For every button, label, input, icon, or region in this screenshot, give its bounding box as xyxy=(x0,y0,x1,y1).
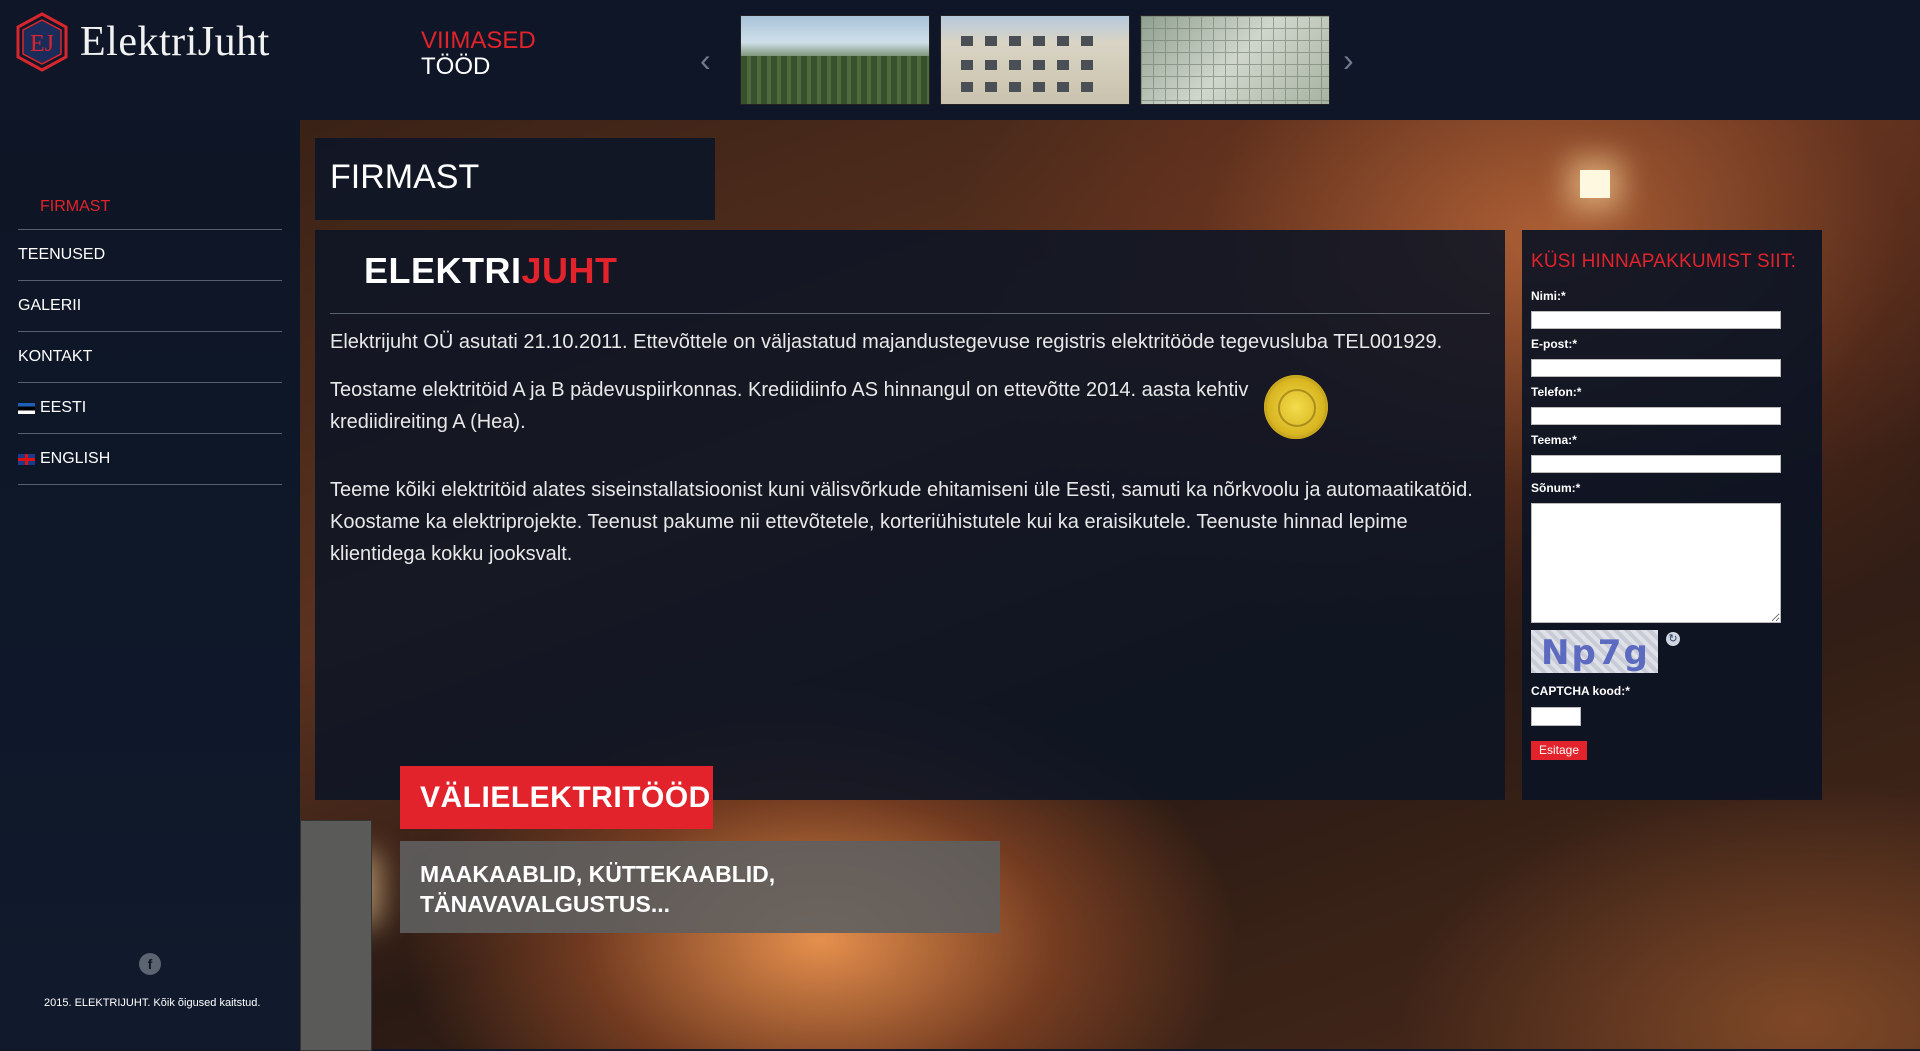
paragraph-founded: Elektrijuht OÜ asutati 21.10.2011. Ettev… xyxy=(330,331,1443,353)
recent-work-thumbnail[interactable] xyxy=(740,15,930,105)
recent-work-thumbnail[interactable] xyxy=(940,15,1130,105)
recent-works-line2: TÖÖD xyxy=(421,53,491,80)
company-heading: ELEKTRIJUHT xyxy=(364,250,618,292)
carousel-next-arrow-icon[interactable]: › xyxy=(1343,44,1354,76)
banner-subtitle-line1: MAAKAABLID, KÜTTEKAABLID, xyxy=(420,861,776,887)
bg-pillar xyxy=(300,820,372,1051)
nav-item-eesti[interactable]: EESTI xyxy=(18,383,282,434)
nav-item-label: EESTI xyxy=(40,399,87,416)
submit-button[interactable]: Esitage xyxy=(1531,741,1588,760)
nav-item-label: GALERII xyxy=(18,297,82,314)
logo-mark-icon: EJ xyxy=(16,12,68,72)
email-field[interactable] xyxy=(1531,359,1781,377)
topic-field[interactable] xyxy=(1531,455,1781,473)
message-field[interactable] xyxy=(1531,503,1781,623)
name-field[interactable] xyxy=(1531,311,1781,329)
fence-detail xyxy=(741,56,929,104)
ceiling-grid-detail xyxy=(1141,16,1329,104)
nav-item-galerii[interactable]: GALERII xyxy=(18,281,282,332)
divider xyxy=(330,313,1490,314)
main-nav: FIRMAST TEENUSED GALERII KONTAKT EESTI E… xyxy=(18,185,282,485)
name-label: Nimi:* xyxy=(1531,289,1566,303)
uk-flag-icon xyxy=(18,453,35,465)
captcha-refresh-icon[interactable]: ↻ xyxy=(1666,632,1680,646)
paragraph-credit-rating: Teostame elektritöid A ja B pädevuspiirk… xyxy=(330,379,1249,433)
credit-rating-seal-icon xyxy=(1264,375,1328,439)
nav-item-label: FIRMAST xyxy=(40,198,111,215)
recent-works-line1: VIIMASED xyxy=(421,27,536,54)
facebook-icon[interactable]: f xyxy=(139,953,161,975)
page-title: FIRMAST xyxy=(330,158,480,196)
message-label: Sõnum:* xyxy=(1531,481,1581,495)
captcha-field[interactable] xyxy=(1531,707,1581,726)
captcha-image-text: Np7g xyxy=(1541,633,1650,673)
banner-title[interactable]: VÄLIELEKTRITÖÖD xyxy=(420,781,711,815)
copyright-text: 2015. ELEKTRIJUHT. Kõik õigused kaitstud… xyxy=(44,997,261,1009)
nav-item-label: ENGLISH xyxy=(40,450,111,467)
nav-item-kontakt[interactable]: KONTAKT xyxy=(18,332,282,383)
bg-lamp xyxy=(1580,170,1610,198)
phone-label: Telefon:* xyxy=(1531,385,1582,399)
nav-item-firmast[interactable]: FIRMAST xyxy=(18,185,282,230)
banner-subtitle-line2: TÄNAVAVALGUSTUS... xyxy=(420,891,671,917)
logo-mark-letters: EJ xyxy=(30,31,54,57)
phone-field[interactable] xyxy=(1531,407,1781,425)
site-logo[interactable]: EJ ElektriJuht xyxy=(14,12,270,72)
nav-item-teenused[interactable]: TEENUSED xyxy=(18,230,282,281)
topic-label: Teema:* xyxy=(1531,433,1577,447)
captcha-label: CAPTCHA kood:* xyxy=(1531,684,1630,698)
nav-item-english[interactable]: ENGLISH xyxy=(18,434,282,485)
nav-item-label: KONTAKT xyxy=(18,348,93,365)
carousel-prev-arrow-icon[interactable]: ‹ xyxy=(700,44,711,76)
nav-item-label: TEENUSED xyxy=(18,246,106,263)
heading-part2: JUHT xyxy=(521,250,618,291)
email-label: E-post:* xyxy=(1531,337,1577,351)
estonia-flag-icon xyxy=(18,402,35,414)
banner-subtitle[interactable]: MAAKAABLID, KÜTTEKAABLID, TÄNAVAVALGUSTU… xyxy=(420,859,775,919)
heading-part1: ELEKTRI xyxy=(364,250,522,291)
paragraph-services: Teeme kõiki elektritöid alates siseinsta… xyxy=(330,479,1473,565)
logo-text: ElektriJuht xyxy=(80,19,270,65)
sidebar xyxy=(0,0,300,1049)
recent-works-label: VIIMASED TÖÖD xyxy=(421,28,536,80)
recent-work-thumbnail[interactable] xyxy=(1140,15,1330,105)
quote-form-title: KÜSI HINNAPAKKUMIST SIIT: xyxy=(1531,251,1797,272)
